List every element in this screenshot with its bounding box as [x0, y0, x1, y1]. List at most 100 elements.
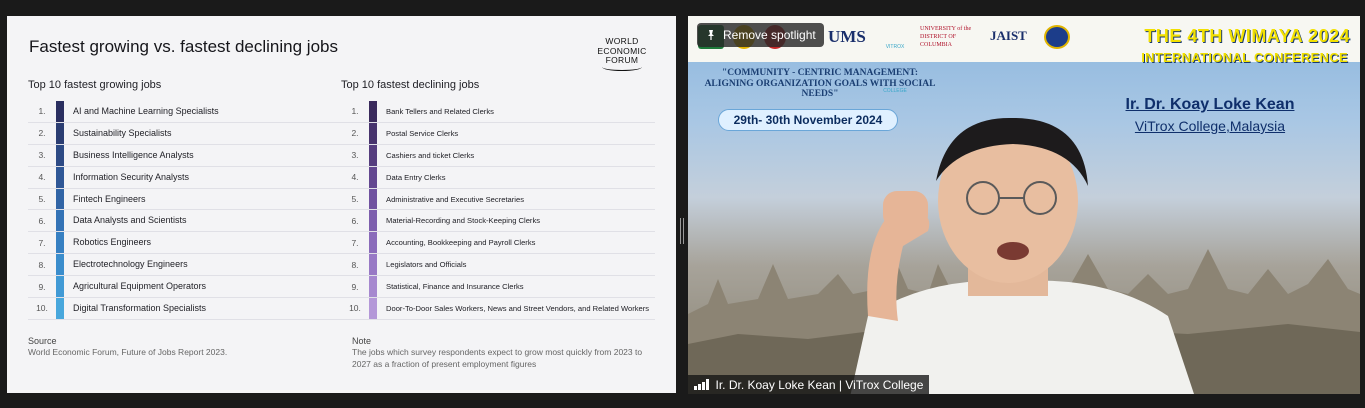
job-rank: 7. — [351, 237, 359, 248]
job-row: 10. Digital Transformation Specialists — [28, 298, 342, 320]
job-title: Legislators and Officials — [386, 260, 467, 270]
declining-jobs-table: 1. Bank Tellers and Related Clerks 2. Posta… — [341, 101, 655, 320]
job-rank: 9. — [38, 281, 46, 292]
job-title: Sustainability Specialists — [73, 127, 172, 138]
job-color-bar — [369, 166, 377, 188]
job-row: 2. Postal Service Clerks — [341, 122, 655, 145]
job-rank: 6. — [351, 215, 359, 226]
job-color-bar — [56, 122, 64, 144]
job-row: 7. Robotics Engineers — [28, 232, 342, 255]
job-rank: 2. — [351, 128, 359, 139]
job-color-bar — [56, 298, 64, 319]
job-row: 4. Information Security Analysts — [28, 166, 342, 189]
participant-name: Ir. Dr. Koay Loke Kean | ViTrox College — [715, 377, 924, 392]
job-color-bar — [369, 144, 377, 166]
job-rank: 4. — [351, 172, 359, 183]
source-text: World Economic Forum, Future of Jobs Rep… — [28, 347, 228, 357]
note-title: Note — [352, 336, 372, 346]
conference-theme: "COMMUNITY - CENTRIC MANAGEMENT: ALIGNIN… — [704, 68, 936, 99]
job-rank: 8. — [38, 259, 46, 270]
job-color-bar — [56, 144, 64, 166]
job-title: Administrative and Executive Secretaries — [386, 194, 525, 204]
job-rank: 9. — [351, 281, 359, 292]
conference-subtitle: INTERNATIONAL CONFERENCE — [1141, 50, 1348, 65]
job-row: 10. Door-To-Door Sales Workers, News and … — [341, 298, 655, 320]
job-title: Robotics Engineers — [73, 237, 152, 248]
job-title: AI and Machine Learning Specialists — [73, 105, 219, 116]
job-color-bar — [369, 188, 377, 210]
job-title: Statistical, Finance and Insurance Clerk… — [386, 282, 524, 292]
banner-logo-udc: UNIVERSITY of the DISTRICT OF COLUMBIA — [920, 26, 972, 48]
job-row: 3. Business Intelligence Analysts — [28, 144, 342, 167]
job-title: Data Analysts and Scientists — [73, 215, 187, 226]
job-row: 6. Data Analysts and Scientists — [28, 210, 342, 233]
job-title: Data Entry Clerks — [386, 172, 446, 182]
split-resize-handle[interactable] — [680, 218, 684, 244]
job-title: Business Intelligence Analysts — [73, 149, 194, 160]
note-text: The jobs which survey respondents expect… — [352, 347, 643, 369]
job-color-bar — [369, 298, 377, 319]
job-rank: 10. — [36, 303, 48, 314]
job-color-bar — [56, 254, 64, 276]
job-row: 3. Cashiers and ticket Clerks — [341, 144, 655, 167]
job-color-bar — [56, 188, 64, 210]
job-row: 2. Sustainability Specialists — [28, 122, 342, 145]
shared-slide: Fastest growing vs. fastest declining jo… — [7, 16, 676, 393]
job-color-bar — [369, 210, 377, 232]
banner-logo-ums: UMS — [828, 27, 866, 46]
growing-jobs-table: 1. AI and Machine Learning Specialists 2. S… — [28, 101, 342, 320]
job-color-bar — [369, 254, 377, 276]
speaker-video-tile[interactable]: UMS VITROX COLLEGE UNIVERSITY of the DIS… — [688, 16, 1360, 394]
job-row: 5. Administrative and Executive Secretari… — [341, 188, 655, 211]
job-rank: 3. — [351, 150, 359, 161]
job-title: Electrotechnology Engineers — [73, 259, 188, 270]
job-title: Bank Tellers and Related Clerks — [386, 106, 494, 116]
job-rank: 8. — [351, 259, 359, 270]
logo-line: FORUM — [605, 55, 639, 65]
job-row: 5. Fintech Engineers — [28, 188, 342, 211]
job-row: 6. Material-Recording and Stock-Keeping C… — [341, 210, 655, 233]
job-row: 7. Accounting, Bookkeeping and Payroll Cl… — [341, 232, 655, 255]
job-title: Information Security Analysts — [73, 171, 190, 182]
job-rank: 5. — [38, 194, 46, 204]
banner-logo-jaist: JAIST — [990, 28, 1027, 43]
remove-spotlight-button[interactable]: Remove spotlight — [697, 23, 824, 47]
job-row: 8. Electrotechnology Engineers — [28, 254, 342, 277]
job-title: Accounting, Bookkeeping and Payroll Cler… — [386, 238, 536, 248]
connection-signal-icon — [694, 379, 709, 390]
job-rank: 2. — [38, 128, 46, 139]
job-title: Material-Recording and Stock-Keeping Cle… — [386, 216, 541, 226]
job-color-bar — [56, 101, 64, 122]
banner-logo-vitrox: VITROX COLLEGE — [883, 44, 907, 94]
job-row: 9. Statistical, Finance and Insurance Cle… — [341, 276, 655, 299]
job-row: 1. Bank Tellers and Related Clerks — [341, 101, 655, 123]
job-rank: 6. — [38, 215, 46, 226]
job-color-bar — [369, 101, 377, 122]
pin-icon — [708, 30, 714, 40]
participant-name-tag: Ir. Dr. Koay Loke Kean | ViTrox College — [688, 375, 930, 394]
growing-heading: Top 10 fastest growing jobs — [28, 79, 162, 91]
job-row: 8. Legislators and Officials — [341, 254, 655, 277]
job-rank: 4. — [38, 172, 46, 183]
slide-title: Fastest growing vs. fastest declining jo… — [29, 37, 338, 56]
job-title: Door-To-Door Sales Workers, News and Str… — [386, 303, 650, 313]
job-title: Cashiers and ticket Clerks — [386, 150, 475, 160]
job-rank: 1. — [351, 106, 359, 117]
job-rank: 5. — [351, 194, 359, 204]
job-color-bar — [369, 122, 377, 144]
wef-logo: WORLD ECONOMIC FORUM — [590, 36, 654, 71]
job-rank: 3. — [38, 150, 46, 161]
banner-logo-seal — [1044, 25, 1070, 49]
job-color-bar — [56, 210, 64, 232]
job-rank: 10. — [349, 303, 361, 314]
job-row: 9. Agricultural Equipment Operators — [28, 276, 342, 299]
conference-title: THE 4TH WIMAYA 2024 — [1144, 26, 1350, 46]
job-row: 1. AI and Machine Learning Specialists — [28, 101, 342, 123]
source-title: Source — [28, 336, 57, 346]
meeting-window: Fastest growing vs. fastest declining jo… — [0, 0, 1365, 408]
job-title: Digital Transformation Specialists — [73, 302, 207, 313]
job-title: Postal Service Clerks — [386, 128, 459, 138]
job-title: Fintech Engineers — [73, 193, 146, 204]
declining-heading: Top 10 fastest declining jobs — [341, 79, 480, 91]
job-color-bar — [56, 276, 64, 298]
